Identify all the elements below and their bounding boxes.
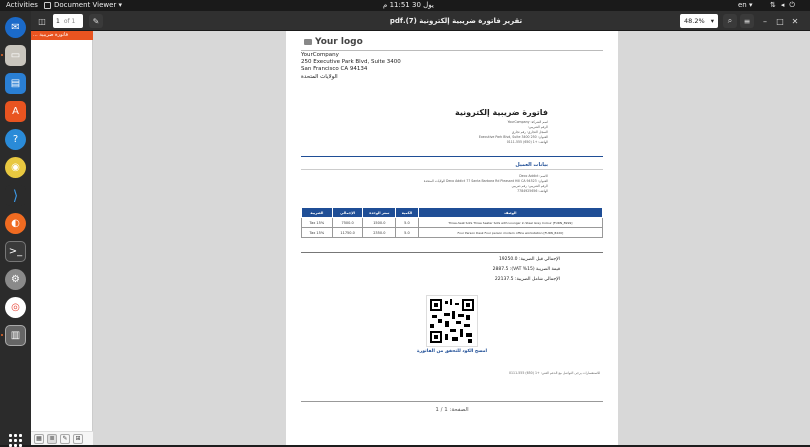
qr-code: [426, 295, 478, 347]
cell-description: [FURN_8999] Three-Seat Sofa Three Seater…: [417, 217, 604, 228]
sidebar: فاتورة ضريبية ... ▦ ≣ ✎ ⊞: [31, 31, 93, 445]
header-bar: ◫ 1 of 1 ✎ تقرير فاتورة ضريبية إلكترونية…: [31, 11, 810, 31]
current-page[interactable]: 1: [56, 18, 60, 25]
cell-unit-price: 2350.0: [362, 227, 397, 238]
chrome-icon[interactable]: ◎: [5, 297, 26, 318]
qr-code-icon: [430, 299, 474, 343]
system-menu[interactable]: ⇅ ◂ ⏻: [770, 0, 795, 11]
address-line: YourCompany: [301, 52, 339, 58]
writer-icon[interactable]: ▤: [5, 73, 26, 94]
zoom-value: 48.2%: [684, 17, 705, 25]
app-menu-label: Document Viewer ▾: [54, 1, 123, 9]
cell-quantity: 5.0: [395, 217, 419, 228]
address-line: الولايات المتحدة: [301, 73, 338, 80]
grand-total: الإجمالي شامل الضريبة: 22137.5: [494, 277, 560, 282]
sidebar-toggle-icon[interactable]: ◫: [35, 14, 49, 28]
invoice-items-table: الوصف الكمية سعر الوحدة الإجمالي الضريبة…: [301, 207, 604, 238]
pdf-page: Your logo YourCompany 250 Executive Park…: [286, 31, 618, 445]
seller-info: اسم الشركة: YourCompany الرقم الضريبي: ا…: [348, 120, 548, 145]
dock: ✉ ▭ ▤ A ? ◉ ⟩ ◐ >_ ⚙ ◎ ▥: [0, 11, 31, 447]
page-number-field[interactable]: 1 of 1: [53, 14, 83, 28]
company-address: YourCompany 250 Executive Park Blvd, Sui…: [301, 52, 401, 81]
document-title: تقرير فاتورة ضريبية إلكترونية (7).pdf: [389, 17, 523, 25]
table-row: [FURN_8999] Three-Seat Sofa Three Seater…: [301, 217, 604, 228]
address-line: San Francisco CA 94134: [301, 66, 368, 73]
column-header: الوصف: [417, 207, 604, 218]
subtotal: الإجمالي قبل الضريبة: 19250.0: [498, 257, 560, 262]
address-line: 250 Executive Park Blvd, Suite 3400: [301, 59, 401, 66]
logo-image-icon: [304, 39, 312, 45]
show-apps-icon[interactable]: [9, 434, 22, 447]
chevron-down-icon: ▾: [710, 17, 714, 25]
document-viewer-dock-icon[interactable]: ▥: [5, 325, 26, 346]
column-header: الكمية: [395, 207, 419, 218]
table-header-row: الوصف الكمية سعر الوحدة الإجمالي الضريبة: [301, 207, 604, 218]
outline-view-icon[interactable]: ≣: [47, 434, 57, 444]
cell-quantity: 5.0: [395, 227, 419, 238]
network-icon: ⇅: [770, 1, 776, 9]
settings-icon[interactable]: ⚙: [5, 269, 26, 290]
cell-total: 11750.0: [331, 227, 364, 238]
invoice-totals: الإجمالي قبل الضريبة: 19250.0 قيمة الضري…: [493, 255, 560, 285]
rhythmbox-icon[interactable]: ◉: [5, 157, 26, 178]
software-icon[interactable]: A: [5, 101, 26, 122]
page-footer-number: الصفحة: 1 / 1: [435, 407, 469, 413]
column-header: الإجمالي: [331, 207, 364, 218]
invoice-title: فاتورة ضريبية إلكترونية: [455, 108, 548, 117]
vscode-icon[interactable]: ⟩: [5, 185, 26, 206]
menu-icon[interactable]: ≡: [740, 14, 754, 28]
firefox-icon[interactable]: ◐: [5, 213, 26, 234]
scan-instruction: امسح الكود للتحقق من الفاتورة: [416, 349, 488, 354]
cell-total: 7500.0: [331, 217, 364, 228]
app-menu[interactable]: Document Viewer ▾: [44, 0, 122, 11]
cell-description: [FURN_8220] Four Person Desk Four person…: [417, 227, 604, 238]
cell-tax: Tax 15%: [301, 217, 333, 228]
page-total: of 1: [63, 17, 76, 25]
annotations-view-icon[interactable]: ✎: [60, 434, 70, 444]
company-logo: Your logo: [304, 37, 363, 47]
minimize-icon[interactable]: –: [759, 14, 771, 28]
activities-button[interactable]: Activities: [6, 0, 38, 11]
outline-item-selected[interactable]: فاتورة ضريبية ...: [31, 31, 93, 40]
seller-line: الهاتف: +1 (650) 555-0111: [506, 140, 548, 144]
cell-unit-price: 1500.0: [362, 217, 397, 228]
clock[interactable]: يول 30 11:51 م: [383, 0, 434, 11]
zoom-select[interactable]: 48.2% ▾: [680, 14, 718, 28]
table-row: [FURN_8220] Four Person Desk Four person…: [301, 227, 604, 238]
customer-header: بيانات العميل: [515, 162, 548, 168]
column-header: سعر الوحدة: [362, 207, 397, 218]
keyboard-language[interactable]: en ▾: [738, 0, 752, 11]
running-indicator: [1, 54, 3, 56]
customer-info: الاسم: Deco Addict العنوان: Deco Addict …: [308, 174, 548, 194]
files-icon[interactable]: ▭: [5, 45, 26, 66]
annotate-pencil-icon[interactable]: ✎: [89, 14, 103, 28]
search-icon[interactable]: ⌕: [723, 14, 737, 28]
column-header: الضريبة: [301, 207, 333, 218]
help-icon[interactable]: ?: [5, 129, 26, 150]
cell-tax: Tax 15%: [301, 227, 333, 238]
system-top-bar: Activities Document Viewer ▾ يول 30 11:5…: [0, 0, 810, 11]
close-icon[interactable]: ✕: [789, 14, 801, 28]
running-indicator: [1, 334, 3, 336]
thunderbird-icon[interactable]: ✉: [5, 17, 26, 38]
volume-icon: ◂: [780, 1, 785, 9]
contact-note: للاستفسارات يرجى التواصل مع الدعم الفني:…: [508, 371, 600, 375]
tax-amount: قيمة الضريبة (15% VAT): 2887.5: [492, 267, 560, 272]
attachments-view-icon[interactable]: ⊞: [73, 434, 83, 444]
maximize-icon[interactable]: □: [774, 14, 786, 28]
document-view[interactable]: Your logo YourCompany 250 Executive Park…: [93, 31, 810, 445]
thumbnails-view-icon[interactable]: ▦: [34, 434, 44, 444]
document-viewer-icon: [44, 2, 51, 9]
logo-text: Your logo: [315, 37, 363, 47]
customer-line: الهاتف: 7784925656: [517, 189, 548, 193]
power-icon: ⏻: [789, 1, 795, 9]
sidebar-footer: ▦ ≣ ✎ ⊞: [31, 431, 93, 445]
terminal-icon[interactable]: >_: [5, 241, 26, 262]
